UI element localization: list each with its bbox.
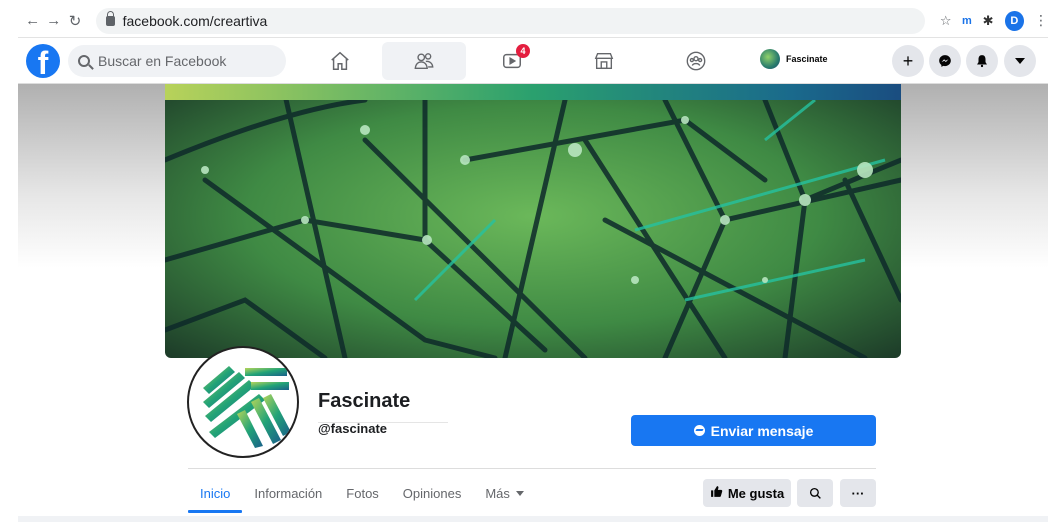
facebook-top-nav: f 4 Fascinate + xyxy=(18,38,1048,84)
tab-label: Inicio xyxy=(200,486,231,501)
messenger-button[interactable] xyxy=(929,45,961,77)
browser-menu-icon[interactable]: ⋮ xyxy=(1034,12,1048,29)
tab-label: Información xyxy=(254,486,323,501)
tab-label: Fotos xyxy=(346,486,379,501)
thumbs-up-icon xyxy=(710,485,723,501)
tab-opiniones[interactable]: Opiniones xyxy=(391,478,474,513)
extension-icon[interactable]: m xyxy=(956,15,977,27)
like-label: Me gusta xyxy=(727,485,785,501)
messenger-icon xyxy=(693,425,705,436)
bookmark-star-icon[interactable]: ☆ xyxy=(935,13,956,29)
tab-label: Más xyxy=(485,486,510,501)
page-chip-label: Fascinate xyxy=(786,54,828,64)
fascinate-logo-icon xyxy=(203,366,291,448)
chevron-down-icon xyxy=(1015,58,1025,64)
page-tabs: Inicio Información Fotos Opiniones Más xyxy=(188,478,536,513)
friends-icon xyxy=(414,53,434,70)
tab-label: Opiniones xyxy=(402,486,462,501)
tab-fotos[interactable]: Fotos xyxy=(334,478,391,513)
page-bottom-background xyxy=(18,516,1048,522)
tab-informacion[interactable]: Información xyxy=(242,478,334,513)
more-dots-icon: ··· xyxy=(851,485,865,501)
browser-profile-avatar[interactable]: D xyxy=(1004,10,1024,31)
section-divider xyxy=(188,468,876,469)
search-page-button[interactable] xyxy=(797,479,833,507)
search-icon xyxy=(78,54,90,67)
cover-gradient-strip xyxy=(165,84,901,100)
page-handle: @fascinate xyxy=(318,421,388,436)
lock-icon xyxy=(105,10,115,26)
cover-photo[interactable] xyxy=(165,84,901,358)
net-pattern-graphic xyxy=(165,92,901,358)
marketplace-tab[interactable] xyxy=(562,42,646,80)
search-input[interactable] xyxy=(98,52,268,69)
back-arrow-icon[interactable]: ← xyxy=(22,12,43,29)
messenger-icon xyxy=(939,55,951,67)
browser-toolbar: ← → ↻ facebook.com/creartiva ☆ m ✱ D ⋮ xyxy=(18,4,1048,38)
groups-icon xyxy=(686,51,706,71)
send-message-label: Enviar mensaje xyxy=(710,422,814,439)
search-box[interactable] xyxy=(68,44,286,77)
like-button[interactable]: Me gusta xyxy=(703,479,791,507)
marketplace-icon xyxy=(594,52,614,70)
home-icon xyxy=(331,51,349,70)
friends-tab[interactable] xyxy=(382,42,466,80)
page-avatar[interactable] xyxy=(187,346,299,458)
search-icon xyxy=(809,487,821,499)
url-text: facebook.com/creartiva xyxy=(122,12,268,29)
bell-icon xyxy=(977,55,987,68)
forward-arrow-icon[interactable]: → xyxy=(43,12,64,29)
account-menu-button[interactable] xyxy=(1004,45,1036,77)
send-message-button[interactable]: Enviar mensaje xyxy=(631,415,876,446)
address-bar[interactable]: facebook.com/creartiva xyxy=(95,7,926,34)
caret-down-icon xyxy=(515,491,524,496)
notifications-button[interactable] xyxy=(966,45,998,77)
home-tab[interactable] xyxy=(298,42,382,80)
cover-image xyxy=(165,92,901,358)
tab-mas[interactable]: Más xyxy=(473,478,536,513)
create-button[interactable]: + xyxy=(892,45,924,77)
page-profile-chip[interactable]: Fascinate xyxy=(760,49,828,69)
reload-icon[interactable]: ↻ xyxy=(64,12,85,30)
plus-icon: + xyxy=(902,50,914,71)
more-options-button[interactable]: ··· xyxy=(840,479,876,507)
puzzle-extensions-icon[interactable]: ✱ xyxy=(977,13,998,29)
page-title: Fascinate xyxy=(318,390,411,412)
groups-tab[interactable] xyxy=(654,42,738,80)
page-mini-avatar xyxy=(760,49,780,69)
facebook-logo-icon[interactable]: f xyxy=(26,43,60,78)
tab-inicio[interactable]: Inicio xyxy=(188,478,243,513)
notification-badge: 4 xyxy=(516,44,530,58)
watch-tab[interactable]: 4 xyxy=(470,42,554,80)
